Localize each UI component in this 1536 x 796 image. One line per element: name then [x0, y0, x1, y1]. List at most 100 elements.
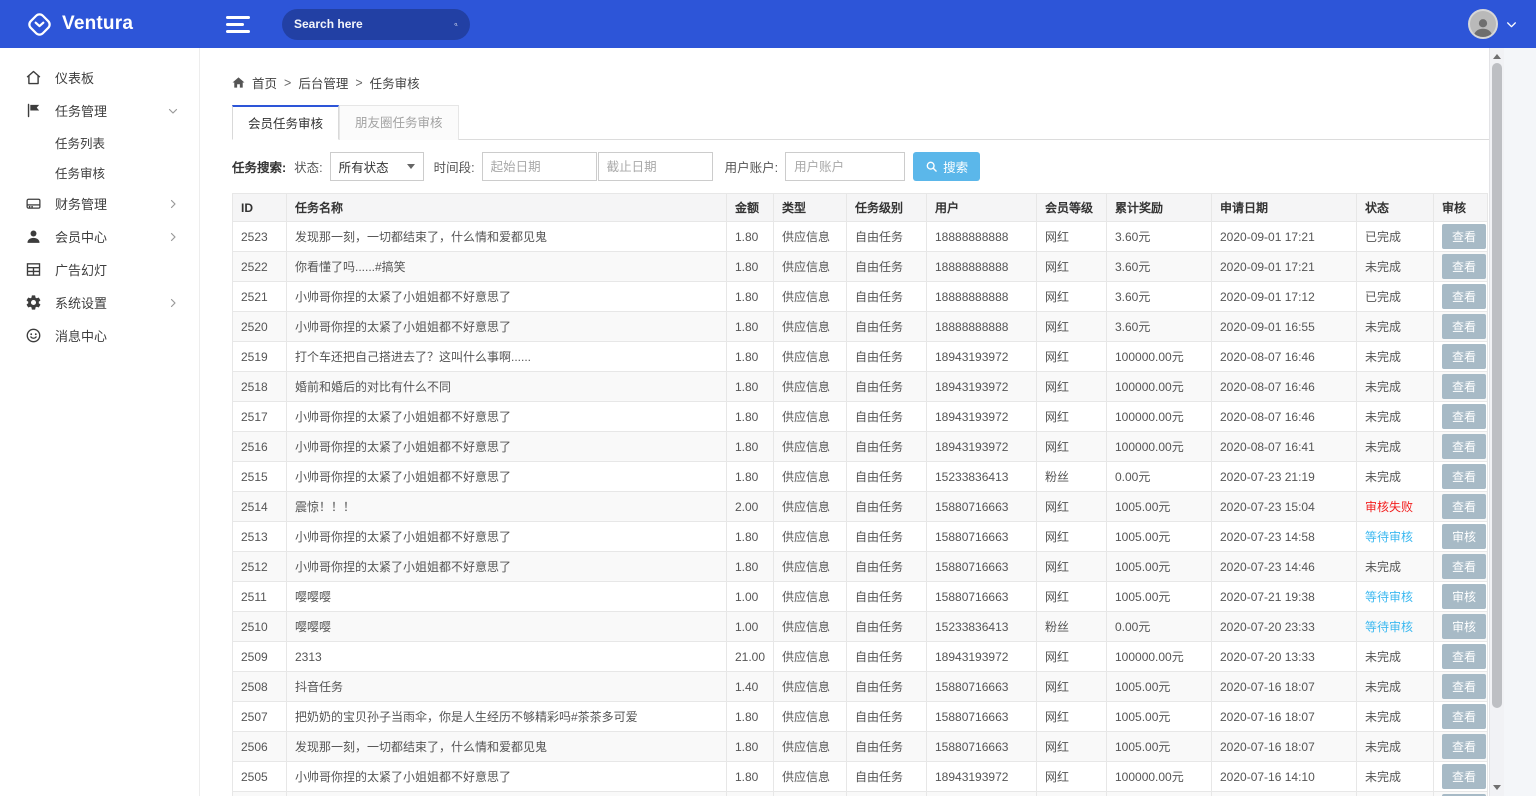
cell-amount: 1.80: [727, 792, 774, 796]
view-button[interactable]: 查看: [1442, 644, 1486, 669]
cell-name: 小帅哥你捏的太紧了小姐姐都不好意思了: [287, 312, 727, 342]
view-button[interactable]: 查看: [1442, 344, 1486, 369]
view-button[interactable]: 查看: [1442, 404, 1486, 429]
scrollbar-thumb[interactable]: [1492, 63, 1502, 708]
cell-level: 自由任务: [847, 612, 927, 642]
view-button[interactable]: 查看: [1442, 224, 1486, 249]
view-button[interactable]: 查看: [1442, 434, 1486, 459]
review-button[interactable]: 审核: [1442, 614, 1486, 639]
cell-type: 供应信息: [774, 462, 847, 492]
brand[interactable]: Ventura: [0, 11, 200, 38]
search-icon[interactable]: [454, 17, 458, 32]
cell-amount: 1.80: [727, 762, 774, 792]
view-button[interactable]: 查看: [1442, 674, 1486, 699]
cell-id: 2513: [233, 522, 287, 552]
cell-date: 2020-07-23 14:46: [1212, 552, 1357, 582]
cell-status: 等待审核: [1357, 582, 1434, 612]
view-button[interactable]: 查看: [1442, 464, 1486, 489]
cell-user: 18888888888: [927, 252, 1037, 282]
top-navbar: Ventura: [0, 0, 1536, 48]
sidebar-item-member-center[interactable]: 会员中心: [0, 220, 199, 253]
vertical-scrollbar[interactable]: [1489, 48, 1504, 796]
chevron-down-icon[interactable]: [1505, 18, 1518, 31]
cell-id: 2509: [233, 642, 287, 672]
sidebar-subitem-task-review[interactable]: 任务审核: [0, 157, 199, 187]
sidebar-item-system-settings[interactable]: 系统设置: [0, 286, 199, 319]
cell-reward: 1005.00元: [1107, 672, 1212, 702]
view-button[interactable]: 查看: [1442, 284, 1486, 309]
cell-action: 查看: [1434, 552, 1488, 582]
filter-bar: 任务搜索: 状态: 所有状态 时间段: 用户账户: 搜索: [232, 152, 1489, 181]
cell-id: 2511: [233, 582, 287, 612]
tab-bar: 会员任务审核 朋友圈任务审核: [232, 105, 1489, 140]
table-row: 2522你看懂了吗......#搞笑1.80供应信息自由任务1888888888…: [233, 252, 1488, 282]
cell-level: 自由任务: [847, 582, 927, 612]
cell-name: 婚前和婚后的对比有什么不同: [287, 372, 727, 402]
view-button[interactable]: 查看: [1442, 734, 1486, 759]
review-button[interactable]: 审核: [1442, 584, 1486, 609]
cell-name: 小帅哥你捏的太紧了小姐姐都不好意思了: [287, 402, 727, 432]
breadcrumb: 首页 > 后台管理 > 任务审核: [232, 73, 1489, 92]
cell-reward: 1005.00元: [1107, 522, 1212, 552]
cell-type: 供应信息: [774, 552, 847, 582]
cell-level: 自由任务: [847, 552, 927, 582]
view-button[interactable]: 查看: [1442, 704, 1486, 729]
sidebar-item-finance[interactable]: 财务管理: [0, 187, 199, 220]
cell-reward: 3.60元: [1107, 312, 1212, 342]
cell-type: 供应信息: [774, 252, 847, 282]
cell-action: 查看: [1434, 252, 1488, 282]
sidebar-subitem-task-list[interactable]: 任务列表: [0, 127, 199, 157]
scroll-up-icon[interactable]: [1493, 54, 1501, 59]
breadcrumb-admin[interactable]: 后台管理: [298, 73, 348, 92]
cell-level: 自由任务: [847, 282, 927, 312]
scroll-down-icon[interactable]: [1493, 785, 1501, 790]
cell-type: 供应信息: [774, 762, 847, 792]
cell-id: 2519: [233, 342, 287, 372]
view-button[interactable]: 查看: [1442, 764, 1486, 789]
table-row: 2507把奶奶的宝贝孙子当雨伞，你是人生经历不够精彩吗#茶茶多可爱1.80供应信…: [233, 702, 1488, 732]
cell-grade: 网红: [1037, 372, 1107, 402]
cell-action: 查看: [1434, 432, 1488, 462]
cell-type: 供应信息: [774, 612, 847, 642]
cell-date: 2020-07-15 14:30: [1212, 792, 1357, 796]
search-input[interactable]: [294, 17, 454, 31]
cell-id: 2516: [233, 432, 287, 462]
menu-toggle-icon[interactable]: [226, 12, 250, 37]
cell-level: 自由任务: [847, 642, 927, 672]
view-button[interactable]: 查看: [1442, 374, 1486, 399]
sidebar-item-message-center[interactable]: 消息中心: [0, 319, 199, 352]
avatar[interactable]: [1468, 9, 1498, 39]
view-button[interactable]: 查看: [1442, 554, 1486, 579]
review-button[interactable]: 审核: [1442, 524, 1486, 549]
end-date-input[interactable]: [598, 152, 713, 181]
cell-user: 15233836413: [927, 612, 1037, 642]
sidebar-item-task-management[interactable]: 任务管理: [0, 94, 199, 127]
tab-member-task-review[interactable]: 会员任务审核: [232, 105, 339, 140]
view-button[interactable]: 查看: [1442, 254, 1486, 279]
cell-name: 小帅哥你捏的太紧了小姐姐都不好意思了: [287, 522, 727, 552]
account-input[interactable]: [785, 152, 905, 181]
cell-action: 查看: [1434, 312, 1488, 342]
cell-date: 2020-07-23 21:19: [1212, 462, 1357, 492]
sidebar-item-ad-slides[interactable]: 广告幻灯: [0, 253, 199, 286]
cell-user: 15880716663: [927, 672, 1037, 702]
cell-id: 2518: [233, 372, 287, 402]
sidebar-item-dashboard[interactable]: 仪表板: [0, 61, 199, 94]
column-header-user: 用户: [927, 194, 1037, 222]
status-select[interactable]: 所有状态: [330, 152, 424, 181]
cell-date: 2020-08-07 16:46: [1212, 342, 1357, 372]
tab-moments-task-review[interactable]: 朋友圈任务审核: [339, 105, 459, 140]
view-button[interactable]: 查看: [1442, 494, 1486, 519]
cell-user: 15880716663: [927, 792, 1037, 796]
view-button[interactable]: 查看: [1442, 314, 1486, 339]
breadcrumb-home[interactable]: 首页: [252, 73, 277, 92]
cell-date: 2020-08-07 16:46: [1212, 372, 1357, 402]
table-row: 2509231321.00供应信息自由任务18943193972网红100000…: [233, 642, 1488, 672]
cell-action: 审核: [1434, 582, 1488, 612]
cell-user: 18943193972: [927, 342, 1037, 372]
column-header-amount: 金额: [727, 194, 774, 222]
cell-status: 已完成: [1357, 282, 1434, 312]
cell-action: 查看: [1434, 342, 1488, 372]
search-button[interactable]: 搜索: [913, 152, 980, 181]
start-date-input[interactable]: [482, 152, 597, 181]
